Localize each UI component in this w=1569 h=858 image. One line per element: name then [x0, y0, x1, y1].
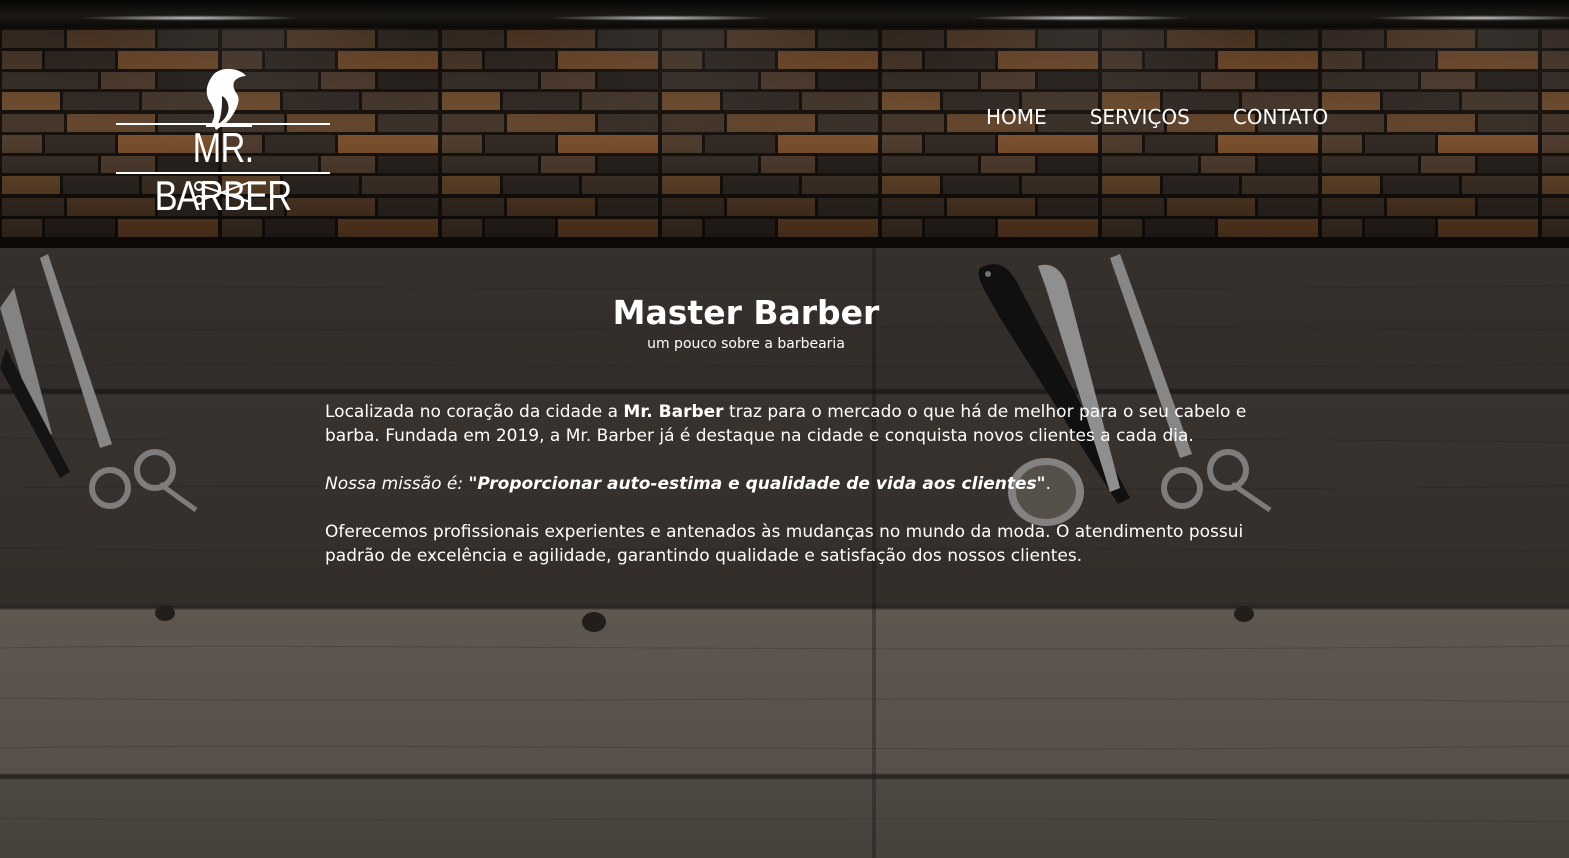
page-title: Master Barber — [612, 293, 880, 332]
about-paragraph-1: Localizada no coração da cidade a Mr. Ba… — [325, 400, 1275, 448]
header-bottom-border — [0, 240, 1569, 248]
nav-contato[interactable]: CONTATO — [1233, 102, 1328, 132]
nav-home[interactable]: HOME — [986, 102, 1047, 132]
site-logo[interactable]: MR. BARBER — [112, 62, 334, 219]
site-header: MR. BARBER HOME SERVIÇOS CONTATO — [0, 0, 1569, 248]
mission-quote: "Proporcionar auto-estima e qualidade de… — [468, 474, 1046, 494]
about-p1-brand: Mr. Barber — [623, 402, 724, 422]
about-text: Localizada no coração da cidade a Mr. Ba… — [325, 400, 1275, 592]
about-p1-text-a: Localizada no coração da cidade a — [325, 402, 624, 422]
crossed-scissors-icon — [194, 181, 251, 205]
mission-paragraph: Nossa missão é: "Proporcionar auto-estim… — [325, 472, 1275, 496]
mission-label: Nossa missão é: — [325, 474, 469, 494]
header-top-bar — [0, 0, 1569, 28]
logo-divider-bottom — [116, 172, 330, 174]
main-nav: HOME SERVIÇOS CONTATO — [986, 102, 1328, 132]
nav-servicos[interactable]: SERVIÇOS — [1090, 102, 1190, 132]
page-subtitle: um pouco sobre a barbearia — [647, 336, 845, 352]
mission-end: . — [1045, 474, 1051, 494]
about-paragraph-3: Oferecemos profissionais experientes e a… — [325, 522, 1244, 566]
